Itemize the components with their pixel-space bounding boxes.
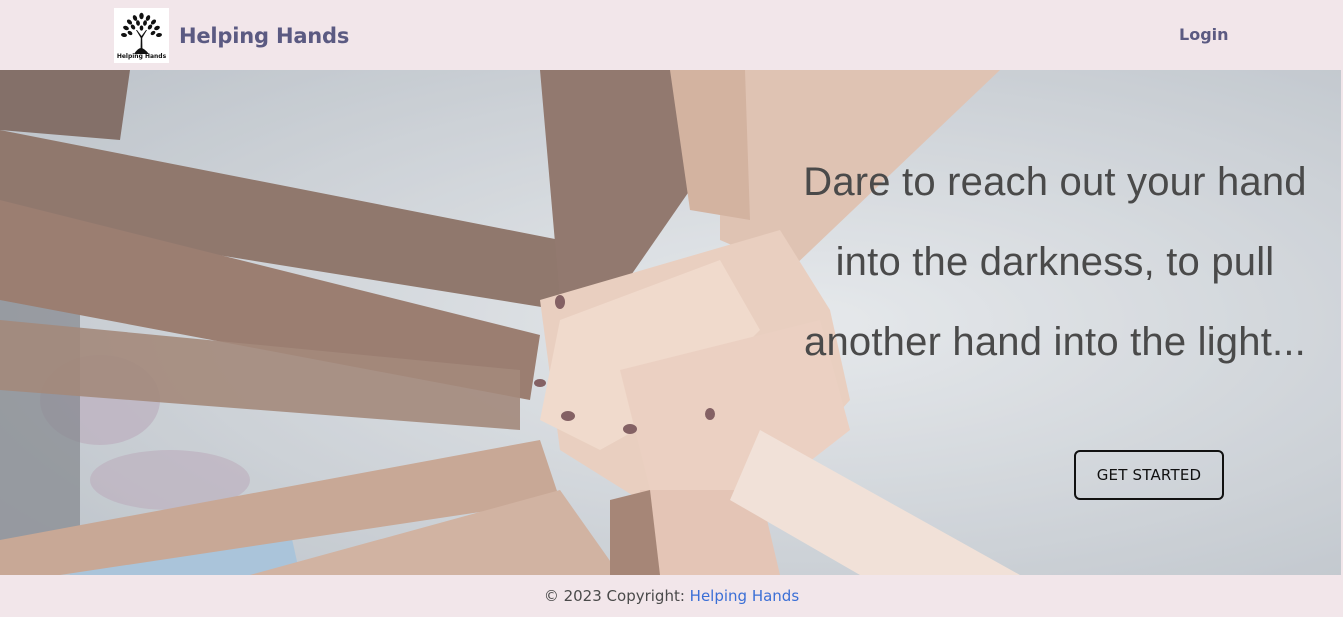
quote-line: another hand into the light...: [804, 320, 1306, 364]
brand-name: Helping Hands: [179, 23, 350, 48]
logo-text: Helping Hands: [116, 53, 167, 60]
quote-line: into the darkness, to pull: [835, 240, 1275, 284]
get-started-button[interactable]: GET STARTED: [1074, 450, 1224, 500]
copyright-link[interactable]: Helping Hands: [690, 587, 799, 605]
quote-line: Dare to reach out your hand: [803, 160, 1307, 204]
brand-link[interactable]: Helping Hands Helping Hands: [114, 8, 349, 63]
hero-section: Dare to reach out your hand into the dar…: [0, 70, 1341, 575]
footer: © 2023 Copyright: Helping Hands: [0, 575, 1343, 617]
hero-quote: Dare to reach out your hand into the dar…: [790, 142, 1320, 382]
logo: Helping Hands: [114, 8, 169, 63]
navbar: Helping Hands Helping Hands Login: [0, 0, 1343, 70]
login-link[interactable]: Login: [1179, 25, 1229, 44]
copyright-text: © 2023 Copyright:: [543, 587, 685, 605]
